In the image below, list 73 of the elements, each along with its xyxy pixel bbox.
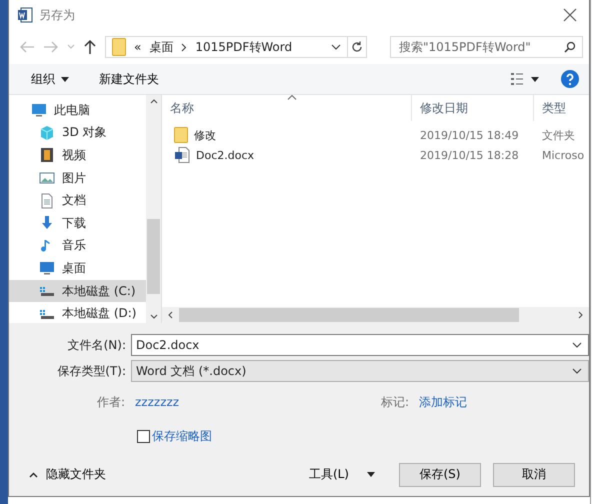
vertical-scrollbar[interactable] bbox=[146, 95, 161, 323]
refresh-button[interactable] bbox=[347, 36, 367, 58]
up-arrow-icon[interactable] bbox=[83, 39, 97, 55]
sidebar-item[interactable]: 视频 bbox=[9, 144, 146, 167]
chevron-down-icon bbox=[572, 342, 582, 348]
tags-label: 标记: bbox=[380, 394, 410, 410]
file-type-dropdown[interactable]: Word 文档 (*.docx) bbox=[131, 360, 589, 382]
view-options-icon[interactable] bbox=[511, 73, 523, 85]
sidebar-item[interactable]: 本地磁盘 (C:) bbox=[9, 280, 146, 302]
scroll-up-icon[interactable] bbox=[150, 99, 158, 104]
author-link[interactable]: zzzzzzz bbox=[135, 395, 180, 409]
checkbox[interactable] bbox=[137, 430, 150, 442]
film-icon bbox=[39, 147, 55, 164]
monitor-icon bbox=[39, 260, 55, 276]
sidebar-item[interactable]: 本地磁盘 (D:) bbox=[9, 302, 146, 323]
overflow-chevron[interactable]: « bbox=[134, 40, 142, 54]
address-bar[interactable]: « 桌面 1015PDF转Word bbox=[105, 36, 348, 58]
word-icon bbox=[17, 7, 33, 23]
field-label: 文件名(N): bbox=[66, 336, 127, 354]
word-document-icon bbox=[174, 147, 190, 163]
scroll-right-icon[interactable] bbox=[578, 311, 583, 319]
author-label: 作者: bbox=[96, 394, 126, 410]
save-button[interactable]: 保存(S) bbox=[399, 462, 481, 486]
sidebar-item[interactable]: 图片 bbox=[9, 166, 146, 190]
column-header[interactable]: 类型 bbox=[534, 95, 589, 121]
help-icon[interactable] bbox=[561, 70, 579, 88]
sidebar-item[interactable]: 此电脑 bbox=[9, 99, 146, 122]
date-cell-text: 2019/10/15 18:49 bbox=[419, 128, 520, 142]
chevron-down-icon bbox=[572, 368, 582, 374]
window-title: 另存为 bbox=[39, 6, 75, 24]
chevron-down-icon[interactable] bbox=[331, 44, 341, 50]
hide-folders-button[interactable]: 隐藏文件夹 bbox=[27, 464, 108, 485]
checkbox-label[interactable]: 保存缩略图 bbox=[152, 428, 212, 444]
cube-icon bbox=[39, 124, 55, 141]
chevron-right-icon[interactable] bbox=[181, 42, 188, 52]
search-field[interactable]: 搜索"1015PDF转Word" bbox=[390, 36, 583, 58]
sidebar-item[interactable]: 音乐 bbox=[9, 234, 146, 258]
sidebar-item[interactable]: 下载 bbox=[9, 212, 146, 235]
filename-field[interactable]: Doc2.docx bbox=[131, 334, 589, 356]
horizontal-scrollbar[interactable] bbox=[162, 307, 589, 323]
add-tags-link[interactable]: 添加标记 bbox=[419, 394, 468, 410]
tools-menu[interactable]: 工具(L) bbox=[306, 464, 351, 485]
search-icon bbox=[564, 41, 576, 53]
caret-icon bbox=[61, 76, 69, 82]
new-folder-button[interactable]: 新建文件夹 bbox=[95, 68, 163, 90]
sidebar-item[interactable]: 3D 对象 bbox=[9, 122, 146, 144]
breadcrumb[interactable]: 桌面 bbox=[149, 38, 174, 56]
folder-icon bbox=[174, 127, 188, 143]
scroll-down-icon[interactable] bbox=[150, 314, 158, 319]
sidebar-item[interactable]: 文档 bbox=[9, 189, 146, 212]
chevron-up-icon bbox=[29, 472, 38, 478]
file-name-cell[interactable]: 修改 bbox=[162, 127, 412, 143]
column-header[interactable]: 名称 bbox=[162, 95, 412, 121]
type-cell-text: 文件夹 bbox=[541, 128, 576, 142]
caret-icon[interactable] bbox=[531, 76, 539, 82]
breadcrumb[interactable]: 1015PDF转Word bbox=[195, 38, 292, 56]
date-cell-text: 2019/10/15 18:28 bbox=[419, 148, 520, 162]
column-header[interactable]: 修改日期 bbox=[412, 95, 534, 121]
close-icon[interactable] bbox=[563, 8, 577, 22]
refresh-icon bbox=[350, 41, 362, 53]
caret-icon[interactable] bbox=[367, 472, 375, 477]
picture-icon bbox=[39, 170, 55, 186]
document-icon bbox=[39, 192, 55, 209]
download-arrow-icon bbox=[39, 215, 55, 232]
monitor-icon bbox=[31, 102, 47, 118]
folder-icon bbox=[112, 38, 126, 56]
organize-menu[interactable]: 组织 bbox=[27, 68, 73, 90]
scroll-left-icon[interactable] bbox=[168, 311, 173, 319]
cancel-button[interactable]: 取消 bbox=[493, 462, 575, 486]
file-name-cell[interactable]: Doc2.docx bbox=[162, 147, 412, 163]
sidebar-item[interactable]: 桌面 bbox=[9, 257, 146, 280]
type-cell-text: Microso bbox=[541, 148, 586, 162]
field-label: 保存类型(T): bbox=[56, 362, 127, 380]
